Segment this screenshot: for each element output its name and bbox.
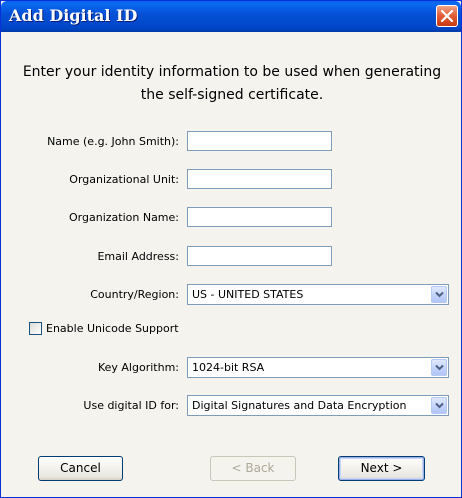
add-digital-id-dialog: Add Digital ID Enter your identity infor… xyxy=(0,0,462,498)
dialog-title: Add Digital ID xyxy=(9,6,138,25)
country-dropdown-button[interactable] xyxy=(431,286,447,303)
chevron-down-icon xyxy=(435,402,444,409)
email-field[interactable] xyxy=(187,246,332,266)
use-for-dropdown-button[interactable] xyxy=(431,397,447,414)
intro-line-1: Enter your identity information to be us… xyxy=(22,64,442,80)
close-button[interactable] xyxy=(436,5,458,27)
cancel-button[interactable]: Cancel xyxy=(38,456,123,481)
intro-text: Enter your identity information to be us… xyxy=(11,61,453,107)
country-value: US - UNITED STATES xyxy=(192,288,304,301)
close-icon xyxy=(441,10,453,22)
key-algorithm-dropdown-button[interactable] xyxy=(431,359,447,376)
org-name-field[interactable] xyxy=(187,207,332,227)
intro-line-2: the self-signed certificate. xyxy=(140,87,324,103)
unicode-checkbox-label[interactable]: Enable Unicode Support xyxy=(46,322,179,335)
back-button[interactable]: < Back xyxy=(210,456,296,481)
name-label: Name (e.g. John Smith): xyxy=(47,135,179,148)
use-for-select[interactable]: Digital Signatures and Data Encryption xyxy=(187,395,449,416)
next-button[interactable]: Next > xyxy=(338,456,425,481)
key-algorithm-value: 1024-bit RSA xyxy=(192,361,265,374)
use-for-value: Digital Signatures and Data Encryption xyxy=(192,399,407,412)
org-name-label: Organization Name: xyxy=(69,211,179,224)
name-field[interactable] xyxy=(187,131,332,151)
unicode-checkbox[interactable] xyxy=(29,322,42,335)
country-select[interactable]: US - UNITED STATES xyxy=(187,284,449,305)
key-algorithm-select[interactable]: 1024-bit RSA xyxy=(187,357,449,378)
title-bar[interactable]: Add Digital ID xyxy=(1,1,461,32)
use-for-label: Use digital ID for: xyxy=(83,399,179,412)
chevron-down-icon xyxy=(435,364,444,371)
email-label: Email Address: xyxy=(97,250,179,263)
org-unit-label: Organizational Unit: xyxy=(69,173,179,186)
country-label: Country/Region: xyxy=(90,288,179,301)
org-unit-field[interactable] xyxy=(187,169,332,189)
chevron-down-icon xyxy=(435,291,444,298)
key-algorithm-label: Key Algorithm: xyxy=(97,361,179,374)
